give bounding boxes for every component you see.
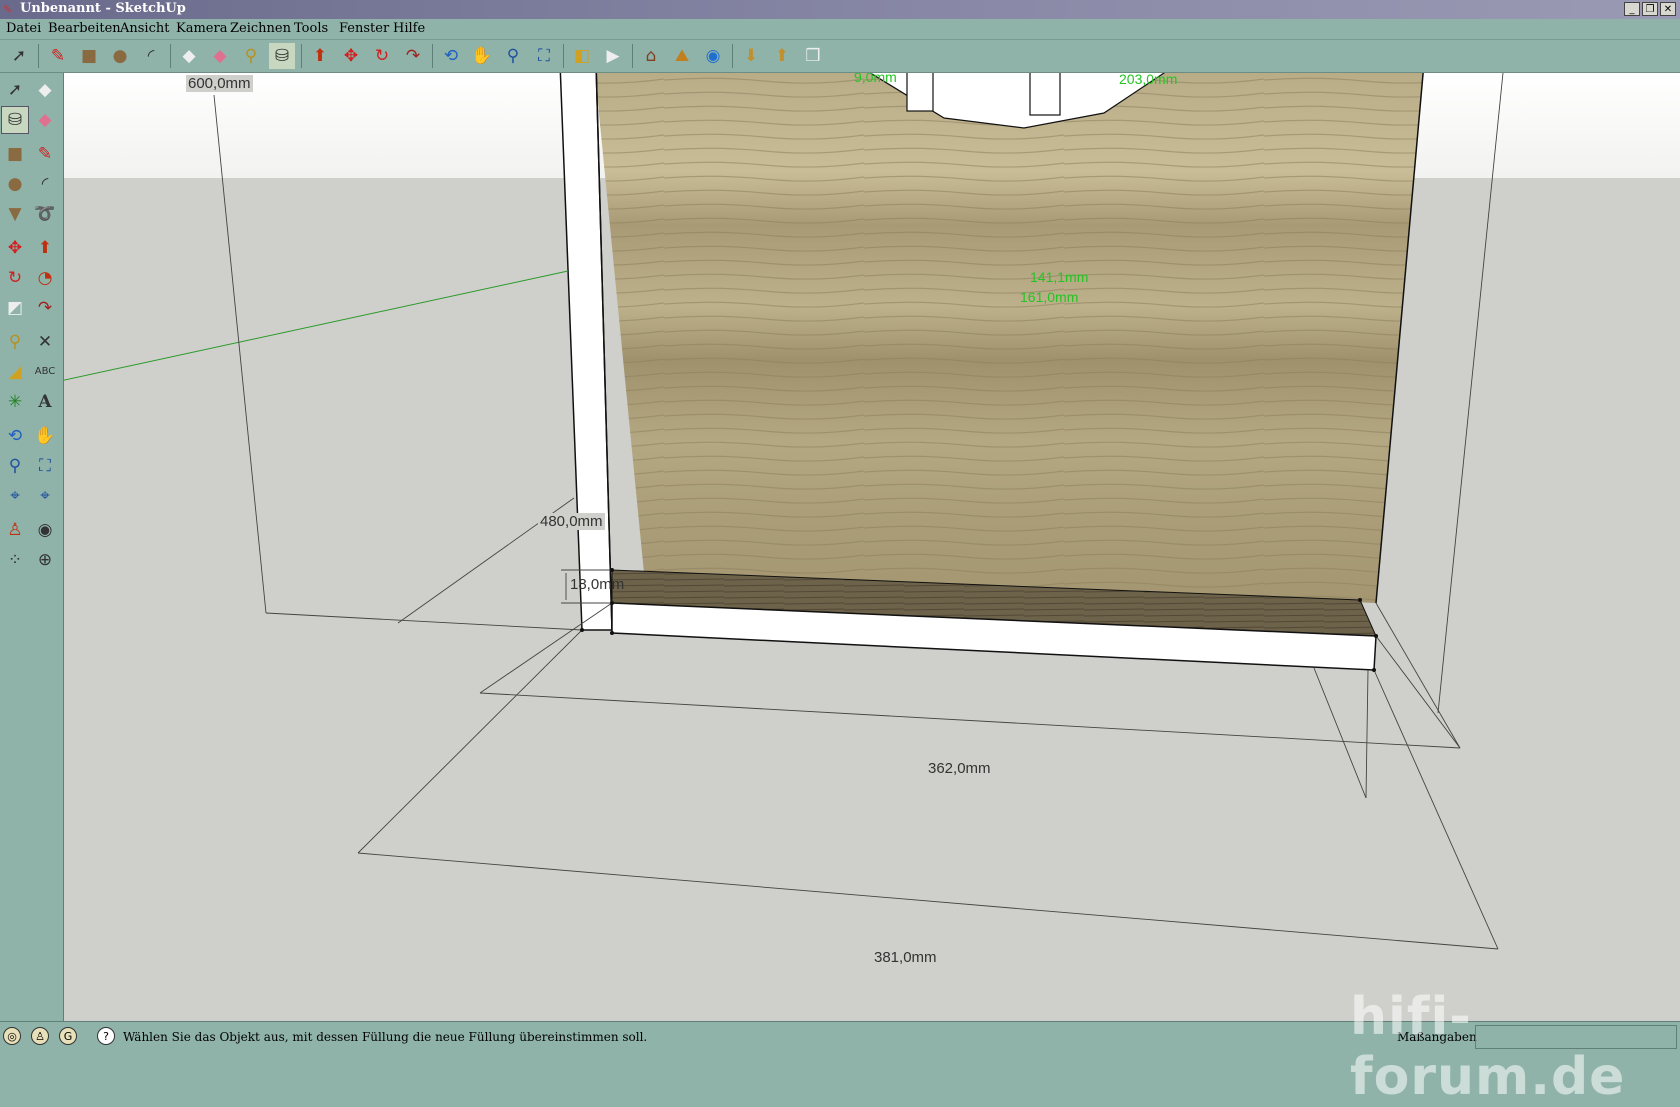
circle-tool-icon[interactable]: ● (2, 171, 28, 197)
minimize-button[interactable]: _ (1624, 2, 1640, 16)
protractor-tool-icon[interactable]: ◢ (2, 359, 28, 385)
menu-bearbeiten[interactable]: Bearbeiten (48, 21, 121, 36)
polygon-tool-icon[interactable]: ▼ (2, 201, 28, 227)
make-component-icon[interactable]: ◆ (32, 77, 58, 103)
line-tool-icon[interactable]: ✎ (32, 141, 58, 167)
dimension-depth[interactable]: 480,0mm (538, 513, 605, 530)
tape-measure-icon[interactable]: ⚲ (238, 43, 264, 69)
green-label-mid-2: 161,0mm (1020, 289, 1079, 305)
menu-bar: Datei Bearbeiten Ansicht Kamera Zeichnen… (0, 19, 1680, 40)
geo-location-icon[interactable]: ◎ (3, 1027, 21, 1045)
rotate-icon[interactable]: ↻ (369, 43, 395, 69)
left-tool-palette: ➚ ◆ ⛁ ◆ ■ ✎ ● ◜ ▼ ➰ ✥ ⬆ ↻ ◔ ◩ ↷ ⚲ ✕ ◢ AB… (0, 73, 65, 1021)
eraser-tool-icon[interactable]: ◆ (32, 107, 58, 133)
push-pull-icon[interactable]: ⬆ (307, 43, 333, 69)
zoom-extents-icon[interactable]: ⛶ (531, 43, 557, 69)
menu-ansicht[interactable]: Ansicht (120, 21, 169, 36)
arc-icon[interactable]: ◜ (138, 43, 164, 69)
paint-bucket-icon[interactable]: ⛁ (269, 43, 295, 69)
maximize-button[interactable]: ❐ (1642, 2, 1658, 16)
green-label-top-right: 203,0mm (1119, 73, 1178, 87)
watermark: hifi-forum.de (1350, 987, 1626, 1107)
zoom-window-tool-icon[interactable]: ⛶ (32, 453, 58, 479)
select-tool-icon[interactable]: ➚ (2, 77, 28, 103)
tape-measure-tool-icon[interactable]: ⚲ (2, 329, 28, 355)
paint-bucket-tool-icon[interactable]: ⛁ (1, 106, 29, 134)
user-login-icon[interactable]: G (59, 1027, 77, 1045)
rectangle-tool-icon[interactable]: ■ (2, 141, 28, 167)
pan-icon[interactable]: ✋ (469, 43, 495, 69)
orbit-icon[interactable]: ⟲ (438, 43, 464, 69)
green-label-mid-1: 141,1mm (1030, 269, 1089, 285)
menu-hilfe[interactable]: Hilfe (393, 21, 425, 36)
dimension-height[interactable]: 600,0mm (186, 75, 253, 92)
pencil-icon[interactable]: ✎ (45, 43, 71, 69)
eraser-icon[interactable]: ◆ (176, 43, 202, 69)
next-view-icon[interactable]: ▶ (600, 43, 626, 69)
close-button[interactable]: ✕ (1660, 2, 1676, 16)
select-icon[interactable]: ➚ (6, 43, 32, 69)
freehand-tool-icon[interactable]: ➰ (32, 201, 58, 227)
rotate-tool-icon[interactable]: ↻ (2, 265, 28, 291)
move-icon[interactable]: ✥ (338, 43, 364, 69)
eraser-pink-icon[interactable]: ◆ (207, 43, 233, 69)
circle-icon[interactable]: ● (107, 43, 133, 69)
sketchup-app-icon: ✎ (3, 3, 13, 16)
walk-tool-icon[interactable]: ⁘ (2, 547, 28, 573)
zoom-tool-icon[interactable]: ⚲ (2, 453, 28, 479)
axes-tool-icon[interactable]: ✳ (2, 389, 28, 415)
google-earth-icon[interactable]: ◉ (700, 43, 726, 69)
orbit-tool-icon[interactable]: ⟲ (2, 423, 28, 449)
follow-me-tool-icon[interactable]: ◔ (32, 265, 58, 291)
menu-zeichnen[interactable]: Zeichnen (230, 21, 291, 36)
credits-icon[interactable]: ♙ (31, 1027, 49, 1045)
3d-text-tool-icon[interactable]: A (32, 389, 58, 415)
previous-tool-icon[interactable]: ⌖ (32, 483, 58, 509)
zoom-icon[interactable]: ⚲ (500, 43, 526, 69)
previous-view-icon[interactable]: ◧ (569, 43, 595, 69)
menu-datei[interactable]: Datei (6, 21, 41, 36)
rectangle-icon[interactable]: ■ (76, 43, 102, 69)
section-plane-icon[interactable]: ⊕ (32, 547, 58, 573)
status-message: Wählen Sie das Objekt aus, mit dessen Fü… (123, 1030, 648, 1044)
share-model-icon[interactable]: ⬆ (769, 43, 795, 69)
help-icon[interactable]: ? (97, 1027, 115, 1045)
main-toolbar: ➚ ✎ ■ ● ◜ ◆ ◆ ⚲ ⛁ ⬆ ✥ ↻ ↷ ⟲ ✋ ⚲ ⛶ ◧ ▶ ⌂ … (0, 40, 1680, 73)
add-location-icon[interactable]: ⌂ (638, 43, 664, 69)
menu-tools[interactable]: Tools (294, 21, 328, 36)
menu-fenster[interactable]: Fenster (339, 21, 389, 36)
arc-tool-icon[interactable]: ◜ (32, 171, 58, 197)
position-camera-icon[interactable]: ♙ (2, 517, 28, 543)
pan-tool-icon[interactable]: ✋ (32, 423, 58, 449)
push-pull-tool-icon[interactable]: ⬆ (32, 235, 58, 261)
model-drawing (64, 73, 1504, 950)
menu-kamera[interactable]: Kamera (176, 21, 227, 36)
window-title: Unbenannt - SketchUp (20, 1, 186, 16)
scale-tool-icon[interactable]: ◩ (2, 295, 28, 321)
component-icon[interactable]: ❒ (800, 43, 826, 69)
title-bar: ✎ Unbenannt - SketchUp _ ❐ ✕ (0, 0, 1680, 19)
move-tool-icon[interactable]: ✥ (2, 235, 28, 261)
3d-viewport[interactable]: 600,0mm 480,0mm 18,0mm 362,0mm 381,0mm 9… (64, 73, 1680, 1021)
look-around-icon[interactable]: ◉ (32, 517, 58, 543)
dimension-outer-width[interactable]: 381,0mm (872, 949, 939, 966)
green-label-top-left: 9,0mm (854, 73, 897, 85)
follow-me-icon[interactable]: ↷ (400, 43, 426, 69)
dimension-tool-icon[interactable]: ✕ (32, 329, 58, 355)
text-tool-icon[interactable]: ABC (32, 359, 58, 385)
dimension-thickness[interactable]: 18,0mm (568, 576, 626, 593)
get-models-icon[interactable]: ⬇ (738, 43, 764, 69)
toggle-terrain-icon[interactable]: ⛰ (669, 43, 695, 69)
dimension-inner-width[interactable]: 362,0mm (926, 760, 993, 777)
zoom-extents-tool-icon[interactable]: ⌖ (2, 483, 28, 509)
offset-tool-icon[interactable]: ↷ (32, 295, 58, 321)
